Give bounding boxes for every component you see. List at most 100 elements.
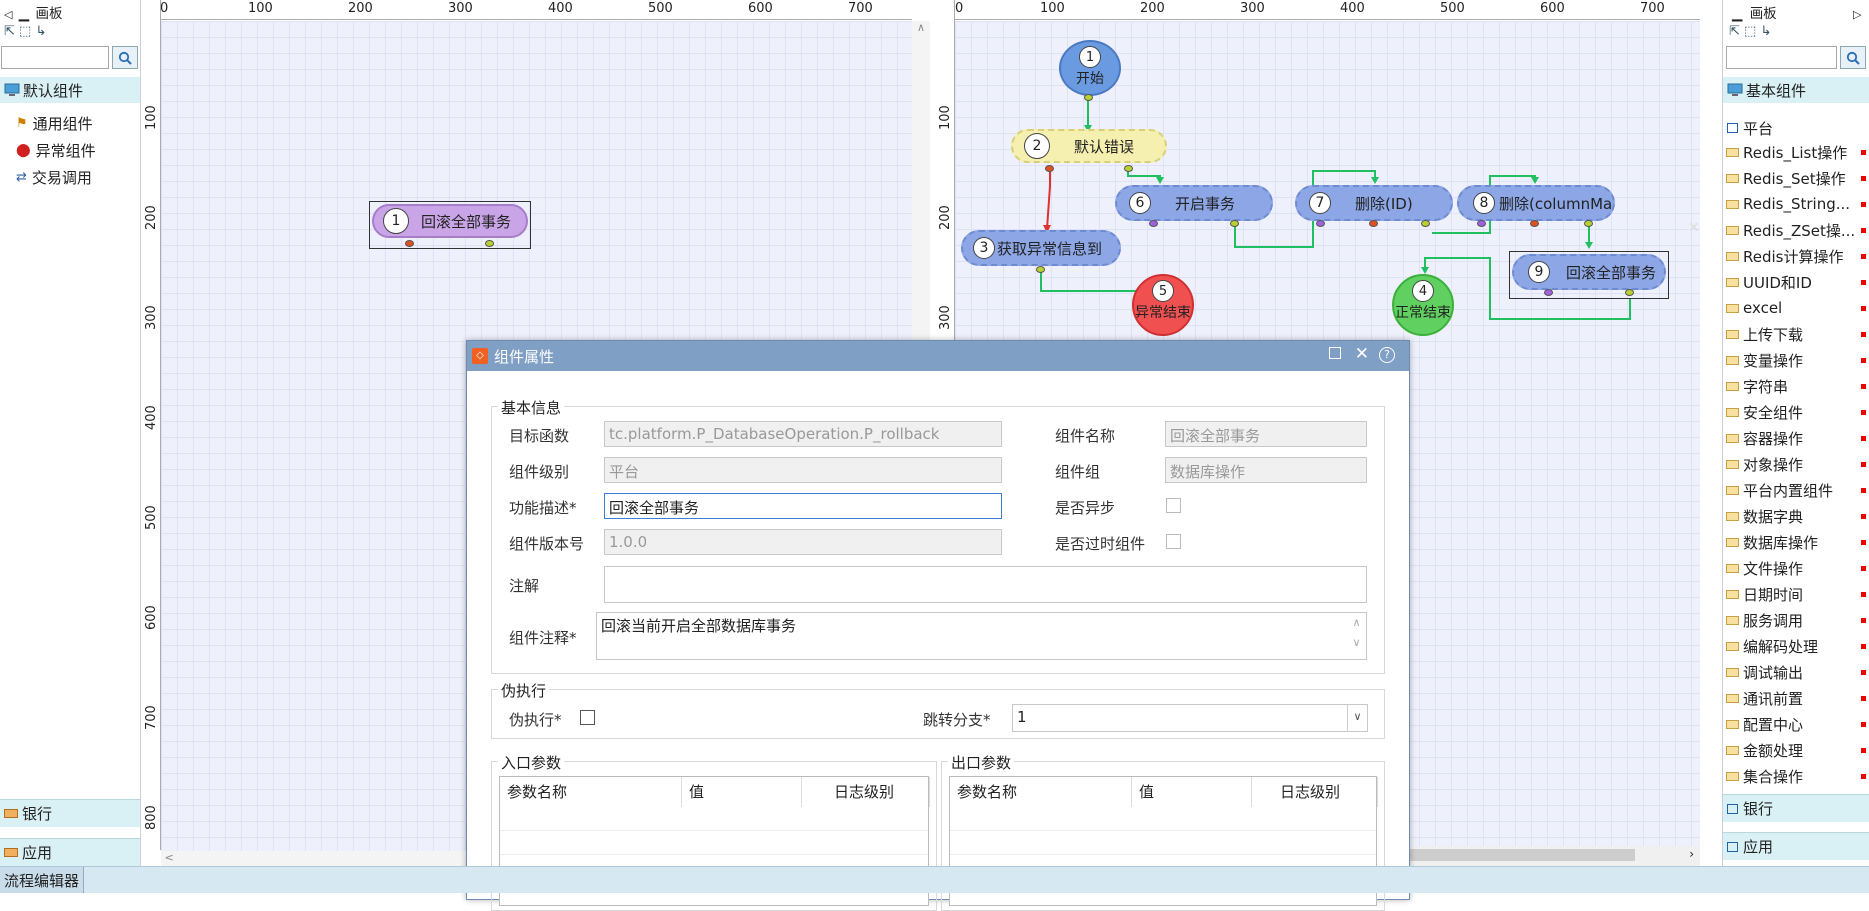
- flow-node-start[interactable]: 1 开始: [1059, 40, 1121, 96]
- palette-item[interactable]: 上传下载: [1726, 321, 1862, 347]
- palette-item[interactable]: Redis计算操作: [1726, 243, 1862, 269]
- select-tool-icon[interactable]: ⇱: [4, 24, 15, 39]
- version-field[interactable]: 1.0.0: [604, 529, 1002, 555]
- right-section-app[interactable]: 应用: [1723, 832, 1869, 860]
- success-port[interactable]: [1421, 220, 1430, 227]
- tree-item-general[interactable]: ⚑ 通用组件: [16, 113, 93, 134]
- col-value[interactable]: 值: [1132, 777, 1252, 807]
- collapse-left-icon[interactable]: ◁: [4, 8, 12, 21]
- palette-item[interactable]: 通讯前置: [1726, 685, 1862, 711]
- func-desc-input[interactable]: 回滚全部事务: [604, 493, 1002, 519]
- palette-item[interactable]: Redis_ZSet操...: [1726, 217, 1862, 243]
- help-icon[interactable]: ?: [1379, 347, 1395, 363]
- canvas-close-icon[interactable]: ✕: [1688, 220, 1700, 236]
- palette-item[interactable]: 调试输出: [1726, 659, 1862, 685]
- palette-item[interactable]: 平台内置组件: [1726, 477, 1862, 503]
- note-input[interactable]: [604, 566, 1367, 603]
- right-section-basic[interactable]: 基本组件: [1723, 77, 1869, 103]
- palette-item[interactable]: 数据字典: [1726, 503, 1862, 529]
- error-port[interactable]: [1149, 220, 1158, 227]
- col-log-level[interactable]: 日志级别: [1252, 777, 1378, 807]
- hscroll-thumb[interactable]: [1410, 849, 1635, 861]
- success-port[interactable]: [1230, 220, 1239, 227]
- palette-item[interactable]: 字符串: [1726, 373, 1862, 399]
- connector-tool-icon[interactable]: ↳: [35, 24, 46, 39]
- palette-item[interactable]: Redis_String...: [1726, 191, 1862, 217]
- connector-tool-icon[interactable]: ↳: [1760, 24, 1771, 39]
- error-port[interactable]: [1544, 289, 1553, 296]
- palette-item[interactable]: 对象操作: [1726, 451, 1862, 477]
- async-checkbox[interactable]: [1166, 498, 1181, 513]
- palette-item[interactable]: Redis_List操作: [1726, 139, 1862, 165]
- flow-node-default-error[interactable]: 2 默认错误: [1011, 129, 1167, 163]
- left-section-default[interactable]: 默认组件: [0, 77, 140, 103]
- tree-item-exchange[interactable]: ⇄ 交易调用: [16, 167, 92, 188]
- right-section-platform[interactable]: 平台: [1723, 115, 1869, 141]
- palette-item[interactable]: 数据库操作: [1726, 529, 1862, 555]
- right-search-button[interactable]: [1840, 46, 1866, 69]
- flow-node-delete-columnmap[interactable]: 8 删除(columnMap): [1457, 185, 1615, 221]
- col-log-level[interactable]: 日志级别: [802, 777, 930, 807]
- target-func-field[interactable]: tc.platform.P_DatabaseOperation.P_rollba…: [604, 421, 1002, 447]
- fail-port[interactable]: [1369, 220, 1378, 227]
- left-search-button[interactable]: [112, 46, 138, 69]
- success-port[interactable]: [1036, 266, 1045, 273]
- flow-node-exception-end[interactable]: 5 异常结束: [1132, 274, 1194, 336]
- minimize-icon[interactable]: ▁: [19, 6, 29, 22]
- col-param-name[interactable]: 参数名称: [500, 777, 682, 807]
- palette-item[interactable]: 服务调用: [1726, 607, 1862, 633]
- palette-item[interactable]: 金额处理: [1726, 737, 1862, 763]
- col-value[interactable]: 值: [682, 777, 802, 807]
- right-search-input[interactable]: [1726, 46, 1837, 69]
- select-tool-icon[interactable]: ⇱: [1729, 24, 1740, 39]
- success-port[interactable]: [1584, 220, 1593, 227]
- close-icon[interactable]: ✕: [1355, 344, 1369, 364]
- flow-editor-tab[interactable]: 流程编辑器: [0, 867, 85, 893]
- flow-node-rollback-left[interactable]: 1 回滚全部事务: [372, 204, 528, 238]
- left-section-app[interactable]: 应用: [0, 838, 140, 866]
- palette-item[interactable]: 变量操作: [1726, 347, 1862, 373]
- deprecated-checkbox[interactable]: [1166, 534, 1181, 549]
- success-port[interactable]: [1625, 289, 1634, 296]
- comp-group-field[interactable]: 数据库操作: [1165, 457, 1367, 483]
- palette-item[interactable]: UUID和ID: [1726, 269, 1862, 295]
- flow-node-rollback-right[interactable]: 9 回滚全部事务: [1512, 254, 1666, 290]
- success-port[interactable]: [1124, 165, 1133, 172]
- marquee-tool-icon[interactable]: ⬚: [19, 24, 31, 39]
- left-section-bank[interactable]: 银行: [0, 799, 140, 827]
- error-port[interactable]: [1316, 220, 1325, 227]
- comment-textarea[interactable]: 回滚当前开启全部数据库事务: [596, 612, 1367, 660]
- fail-port[interactable]: [1530, 220, 1539, 227]
- flow-node-get-exception[interactable]: 3 获取异常信息到: [961, 230, 1121, 266]
- success-port[interactable]: [485, 240, 494, 247]
- tree-item-error[interactable]: ⬤ 异常组件: [16, 140, 96, 161]
- left-search-input[interactable]: [1, 46, 109, 69]
- palette-item[interactable]: 安全组件: [1726, 399, 1862, 425]
- palette-item[interactable]: 集合操作: [1726, 763, 1862, 789]
- palette-item[interactable]: 配置中心: [1726, 711, 1862, 737]
- flow-node-delete-id[interactable]: 7 删除(ID): [1295, 185, 1453, 221]
- scroll-right-icon[interactable]: ›: [1689, 847, 1694, 861]
- branch-select[interactable]: 1 ∨: [1012, 704, 1368, 732]
- comp-level-field[interactable]: 平台: [604, 457, 1002, 483]
- palette-item[interactable]: 编解码处理: [1726, 633, 1862, 659]
- palette-item[interactable]: excel: [1726, 295, 1862, 321]
- flow-node-normal-end[interactable]: 4 正常结束: [1392, 274, 1454, 336]
- palette-item[interactable]: 日期时间: [1726, 581, 1862, 607]
- maximize-icon[interactable]: [1329, 347, 1341, 359]
- palette-item[interactable]: 容器操作: [1726, 425, 1862, 451]
- right-section-bank[interactable]: 银行: [1723, 794, 1869, 822]
- minimize-icon[interactable]: ▁: [1732, 6, 1742, 22]
- marquee-tool-icon[interactable]: ⬚: [1744, 24, 1756, 39]
- error-port[interactable]: [405, 240, 414, 247]
- error-port[interactable]: [1477, 220, 1486, 227]
- comp-name-field[interactable]: 回滚全部事务: [1165, 421, 1367, 447]
- comment-scrollbar[interactable]: ∧ ∨: [1347, 613, 1366, 659]
- fake-exec-checkbox[interactable]: [580, 710, 595, 725]
- palette-item[interactable]: Redis_Set操作: [1726, 165, 1862, 191]
- error-port[interactable]: [1045, 165, 1054, 172]
- collapse-right-icon[interactable]: ▷: [1853, 8, 1861, 21]
- flow-node-begin-tx[interactable]: 6 开启事务: [1115, 185, 1273, 221]
- right-canvas-hscroll[interactable]: ›: [1410, 846, 1700, 866]
- palette-item[interactable]: 文件操作: [1726, 555, 1862, 581]
